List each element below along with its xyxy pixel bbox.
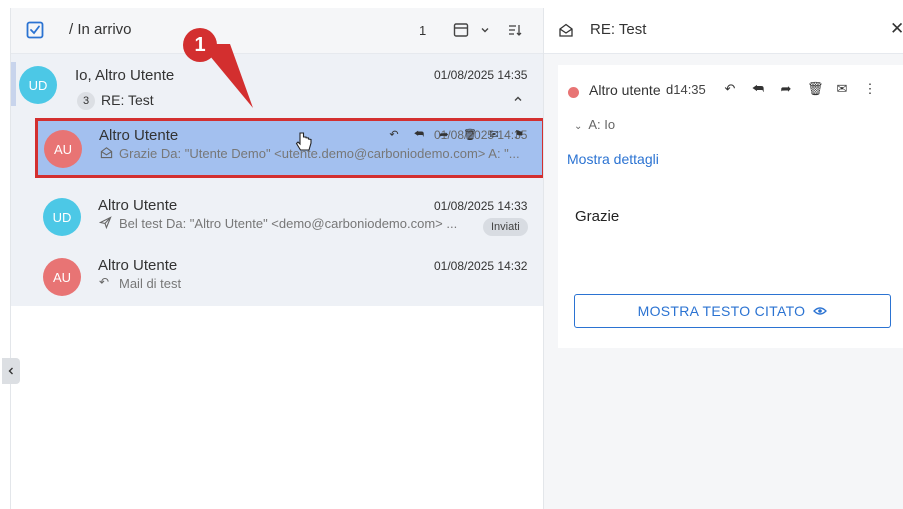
mail-icon[interactable]: ✉ bbox=[835, 81, 849, 97]
message-time: d14:35 bbox=[666, 82, 706, 97]
forward-icon[interactable]: ➦ bbox=[438, 128, 450, 141]
sort-icon[interactable] bbox=[505, 20, 525, 40]
mail-icon[interactable]: ✉ bbox=[488, 128, 500, 141]
callout-number-badge: 1 bbox=[183, 28, 217, 62]
message-row[interactable]: UD Altro Utente 01/08/2025 14:33 Bel tes… bbox=[35, 188, 543, 248]
message-count-badge: 3 bbox=[77, 92, 95, 110]
message-sender: Altro Utente bbox=[98, 257, 178, 274]
reply-all-icon[interactable]: ⮪ bbox=[413, 128, 425, 141]
reply-all-icon[interactable]: ⮪ bbox=[751, 81, 765, 97]
sender-name: Altro utente bbox=[589, 82, 661, 98]
reading-pane: RE: Test ✕ Altro utente d14:35 ↶ ⮪ ➦ 🗑 ✉… bbox=[544, 8, 903, 509]
conversation-date: 01/08/2025 14:35 bbox=[434, 68, 528, 82]
chevron-down-icon[interactable] bbox=[475, 20, 495, 40]
list-header: / In arrivo 1 bbox=[11, 8, 543, 54]
close-icon[interactable]: ✕ bbox=[890, 19, 903, 39]
chevron-up-icon[interactable] bbox=[513, 94, 523, 107]
trash-icon[interactable]: 🗑 bbox=[807, 81, 824, 97]
conversation-thread: UD Io, Altro Utente 01/08/2025 14:35 3 R… bbox=[11, 54, 545, 308]
conversation-subject: RE: Test bbox=[101, 92, 154, 108]
reading-pane-header: RE: Test ✕ bbox=[544, 8, 903, 54]
reply-icon[interactable]: ↶ bbox=[723, 81, 737, 97]
message-snippet: Grazie Da: "Utente Demo" <utente.demo@ca… bbox=[119, 146, 520, 161]
message-row-selected[interactable]: AU Altro Utente 01/08/2025 14:35 Grazie … bbox=[35, 118, 545, 178]
reading-pane-subject: RE: Test bbox=[590, 21, 647, 38]
message-card: Altro utente d14:35 ↶ ⮪ ➦ 🗑 ✉ ⋮ ⌄ A: Io M… bbox=[558, 65, 903, 348]
unread-count: 1 bbox=[419, 23, 427, 38]
envelope-open-icon bbox=[558, 22, 576, 40]
conversation-header-row[interactable]: UD Io, Altro Utente 01/08/2025 14:35 3 R… bbox=[11, 54, 543, 114]
sent-badge: Inviati bbox=[483, 218, 528, 236]
message-actions: ↶ ⮪ ➦ 🗑 ✉ ⋮ bbox=[723, 81, 877, 97]
avatar: UD bbox=[19, 66, 57, 104]
more-options-icon[interactable]: ⋮ bbox=[863, 81, 877, 97]
row-actions: ↶ ⮪ ➦ 🗑 ✉ ⚑ bbox=[388, 128, 525, 141]
message-body: Grazie bbox=[575, 208, 620, 225]
message-row[interactable]: AU Altro Utente 01/08/2025 14:32 ↶ Mail … bbox=[35, 248, 543, 308]
eye-icon bbox=[813, 303, 828, 319]
folder-breadcrumb: / In arrivo bbox=[69, 21, 132, 38]
recipients-line[interactable]: ⌄ A: Io bbox=[574, 117, 615, 132]
message-sender: Altro Utente bbox=[99, 127, 179, 144]
recipients-text: A: Io bbox=[588, 117, 616, 132]
message-sender: Altro Utente bbox=[98, 197, 178, 214]
flag-icon[interactable]: ⚑ bbox=[513, 128, 525, 141]
sender-avatar-dot bbox=[568, 87, 579, 98]
avatar: UD bbox=[43, 198, 81, 236]
message-snippet: Mail di test bbox=[119, 276, 182, 291]
layout-icon[interactable] bbox=[451, 20, 471, 40]
message-date: 01/08/2025 14:32 bbox=[434, 259, 528, 273]
trash-icon[interactable]: 🗑 bbox=[463, 128, 477, 141]
time-value: 14:35 bbox=[673, 82, 706, 97]
show-quoted-text-button[interactable]: MOSTRA TESTO CITATO bbox=[574, 294, 891, 328]
show-quoted-text-label: MOSTRA TESTO CITATO bbox=[637, 303, 806, 319]
reply-icon: ↶ bbox=[99, 275, 110, 289]
message-date: 01/08/2025 14:33 bbox=[434, 199, 528, 213]
mouse-cursor-icon bbox=[294, 131, 314, 156]
collapse-sidebar-button[interactable] bbox=[2, 358, 20, 384]
message-list-panel: / In arrivo 1 UD Io, Altro Utente 01/08/… bbox=[11, 8, 545, 509]
avatar: AU bbox=[43, 258, 81, 296]
chevron-down-icon[interactable]: ⌄ bbox=[574, 121, 582, 132]
conversation-participants: Io, Altro Utente bbox=[75, 67, 175, 84]
select-all-checkbox-icon[interactable] bbox=[26, 21, 44, 39]
send-icon bbox=[98, 216, 112, 232]
forward-icon[interactable]: ➦ bbox=[779, 81, 793, 97]
show-details-link[interactable]: Mostra dettagli bbox=[567, 151, 659, 167]
avatar: AU bbox=[44, 130, 82, 168]
reply-icon[interactable]: ↶ bbox=[388, 128, 400, 141]
envelope-open-icon bbox=[100, 146, 113, 162]
message-snippet: Bel test Da: "Altro Utente" <demo@carbon… bbox=[119, 216, 458, 231]
